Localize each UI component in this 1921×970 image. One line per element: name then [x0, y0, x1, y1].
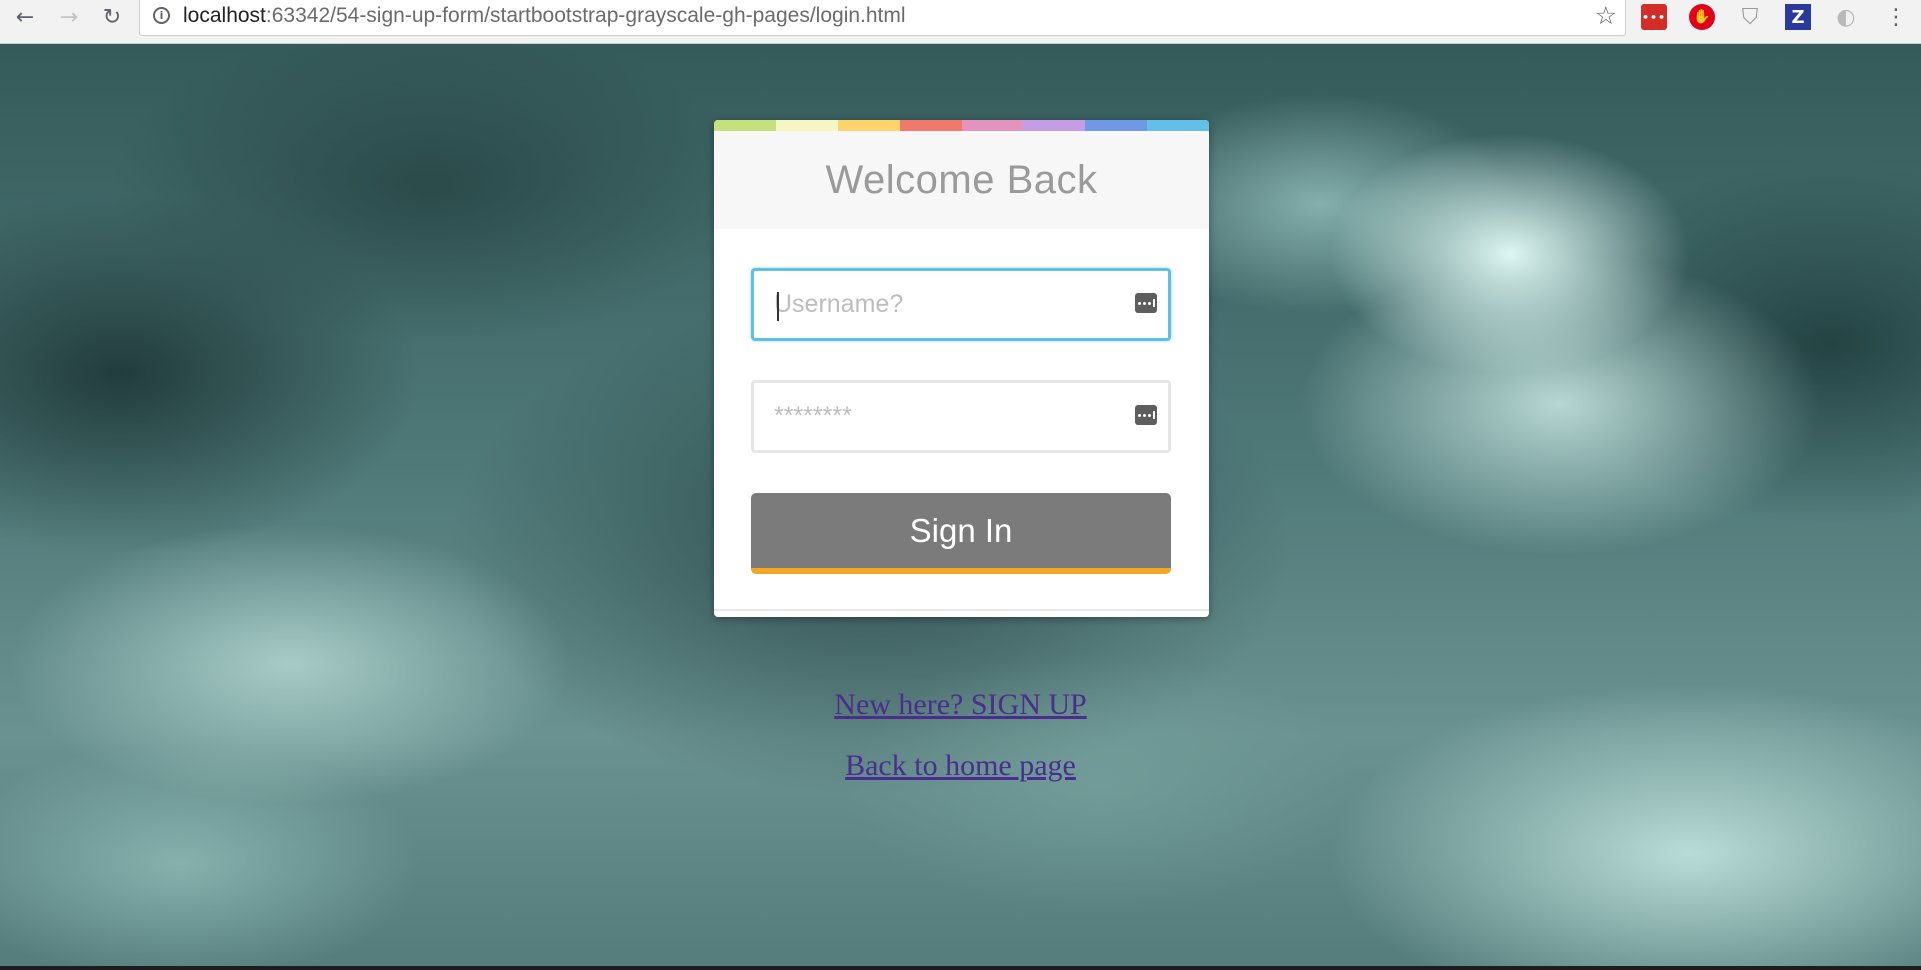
accent-segment — [1085, 120, 1148, 131]
kebab-menu-icon[interactable]: ⋮ — [1885, 2, 1907, 32]
info-icon[interactable]: i — [153, 7, 170, 24]
url-host: localhost — [183, 4, 266, 27]
extension-icon[interactable]: ◐ — [1833, 4, 1859, 30]
url-path: :63342/54-sign-up-form/startbootstrap-gr… — [265, 4, 906, 27]
address-bar[interactable]: i localhost:63342/54-sign-up-form/startb… — [139, 0, 1626, 36]
card-divider — [714, 609, 1209, 611]
taskbar-strip — [0, 966, 1921, 970]
accent-segment — [714, 120, 776, 131]
back-home-link[interactable]: Back to home page — [845, 749, 1076, 782]
signup-link[interactable]: New here? SIGN UP — [834, 688, 1086, 721]
password-field[interactable] — [751, 380, 1171, 453]
accent-segment — [775, 120, 838, 131]
accent-segment — [961, 120, 1024, 131]
home-link-row: Back to home page — [0, 749, 1921, 783]
rainbow-accent-bar — [714, 120, 1209, 131]
accent-segment — [1023, 120, 1086, 131]
reload-icon[interactable]: ↻ — [97, 2, 127, 32]
text-caret — [777, 292, 779, 321]
shield-icon[interactable]: ⛉ — [1737, 4, 1763, 30]
page-title: Welcome Back — [825, 157, 1098, 202]
username-field[interactable] — [751, 268, 1171, 341]
password-manager-icon[interactable] — [1135, 293, 1157, 313]
password-input[interactable] — [774, 383, 1114, 450]
login-card: Welcome Back Sign In — [714, 120, 1209, 617]
forward-arrow-icon[interactable]: → — [54, 2, 84, 32]
signup-link-row: New here? SIGN UP — [0, 688, 1921, 722]
accent-segment — [837, 120, 900, 131]
back-arrow-icon[interactable]: ← — [10, 2, 40, 32]
browser-toolbar: ← → ↻ i localhost:63342/54-sign-up-form/… — [0, 0, 1921, 44]
accent-segment — [1147, 120, 1209, 131]
url-text[interactable]: localhost:63342/54-sign-up-form/startboo… — [183, 4, 906, 28]
username-input[interactable] — [774, 271, 1114, 338]
sign-in-button[interactable]: Sign In — [751, 493, 1171, 574]
accent-segment — [899, 120, 962, 131]
bookmark-star-icon[interactable]: ☆ — [1595, 1, 1617, 30]
password-manager-icon[interactable] — [1135, 405, 1157, 425]
adblock-icon[interactable]: ✋ — [1689, 4, 1715, 30]
zotero-icon[interactable]: Z — [1785, 4, 1811, 30]
lastpass-icon[interactable]: ••• — [1641, 4, 1667, 30]
card-header: Welcome Back — [714, 131, 1209, 229]
